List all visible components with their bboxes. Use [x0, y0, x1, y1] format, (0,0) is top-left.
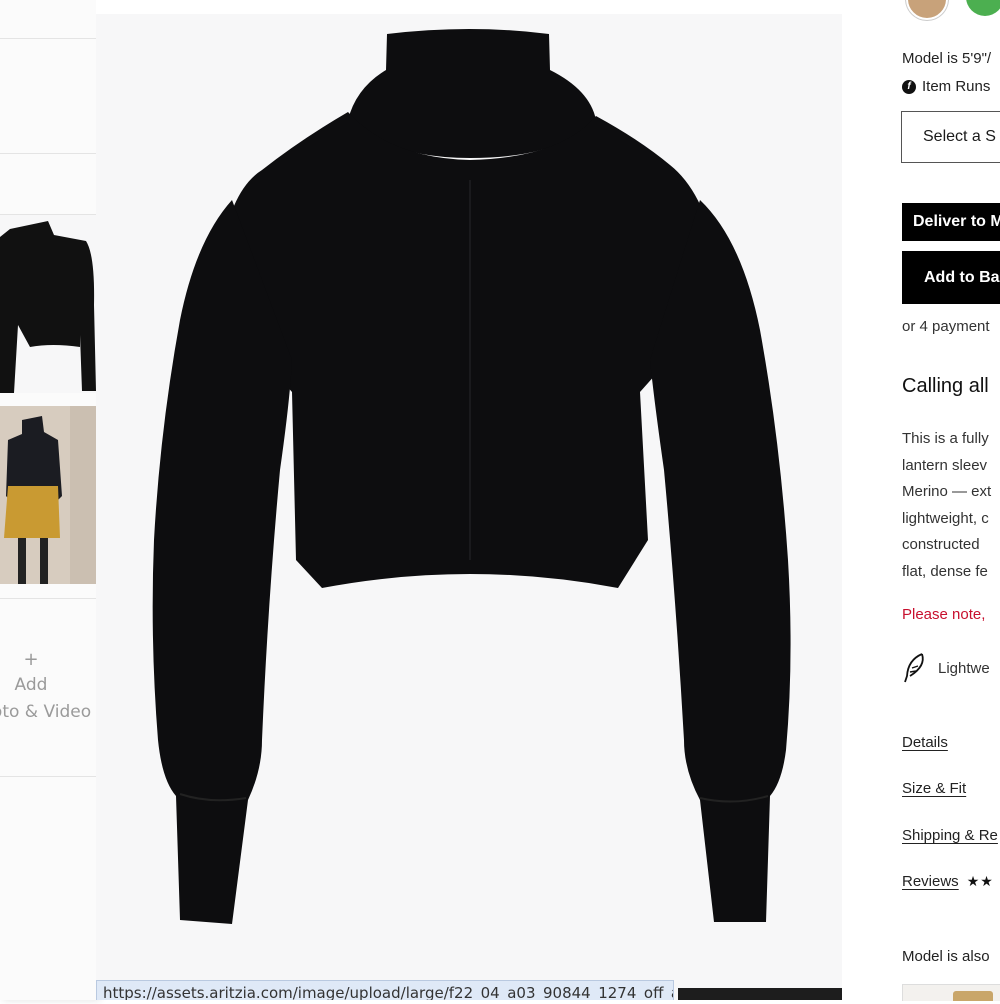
product-headline: Calling all — [902, 375, 989, 397]
fit-note: f Item Runs — [902, 78, 990, 95]
please-note-text: Please note, — [902, 606, 986, 623]
link-status-url: https://assets.aritzia.com/image/upload/… — [96, 980, 674, 1000]
add-media-label: Add — [14, 675, 48, 695]
product-description: This is a fully lantern sleev Merino — e… — [902, 426, 991, 585]
description-line: Merino — ext — [902, 483, 992, 500]
review-thumbnail-outfit[interactable] — [0, 406, 96, 584]
description-line: lightweight, c — [902, 509, 989, 527]
plus-icon: + — [23, 649, 39, 670]
cropped-turtleneck-sweater-image — [152, 29, 791, 924]
reviews-link-row[interactable]: Reviews ★★ — [902, 873, 994, 890]
description-line: lantern sleev — [902, 456, 988, 474]
review-thumbnail-sweater[interactable] — [0, 215, 96, 393]
divider — [0, 38, 96, 39]
review-media-panel: + Add Photo & Video — [0, 0, 97, 1000]
divider — [0, 598, 96, 599]
divider — [0, 153, 96, 154]
star-rating: ★★ — [966, 873, 994, 889]
divider — [0, 776, 96, 777]
fit-note-label: Item Runs — [922, 78, 991, 95]
shipping-returns-link[interactable]: Shipping & Re — [902, 827, 998, 844]
size-fit-link[interactable]: Size & Fit — [902, 780, 966, 797]
add-media-sublabel: Photo & Video — [0, 702, 92, 722]
color-swatch-green[interactable] — [966, 0, 1000, 16]
feature-lightweight: Lightwe — [902, 652, 990, 684]
deliver-to-me-button[interactable]: Deliver to M — [902, 203, 1000, 241]
description-line: This is a fully — [902, 430, 989, 447]
product-image[interactable] — [96, 14, 842, 1000]
reviews-link[interactable]: Reviews — [902, 873, 959, 890]
model-also-note: Model is also — [902, 948, 990, 965]
fit-info-icon: f — [902, 79, 916, 94]
next-image-thumbnail[interactable] — [678, 988, 842, 1000]
add-photo-video-button[interactable]: + Add Photo & Video — [0, 648, 102, 726]
model-size-note: Model is 5'9"/ — [902, 50, 992, 67]
add-to-bag-button[interactable]: Add to Ba — [902, 251, 1000, 304]
related-item-thumbnail[interactable] — [902, 984, 1000, 1001]
image-top-strip — [96, 0, 842, 14]
payments-note: or 4 payment — [902, 318, 990, 335]
description-line: constructed — [902, 536, 980, 553]
description-line: flat, dense fe — [902, 562, 988, 580]
details-link[interactable]: Details — [902, 734, 948, 751]
color-swatch-tan[interactable] — [906, 0, 948, 20]
feather-icon — [904, 653, 924, 683]
feature-label: Lightwe — [938, 659, 990, 677]
size-select[interactable]: Select a S — [901, 111, 1000, 163]
